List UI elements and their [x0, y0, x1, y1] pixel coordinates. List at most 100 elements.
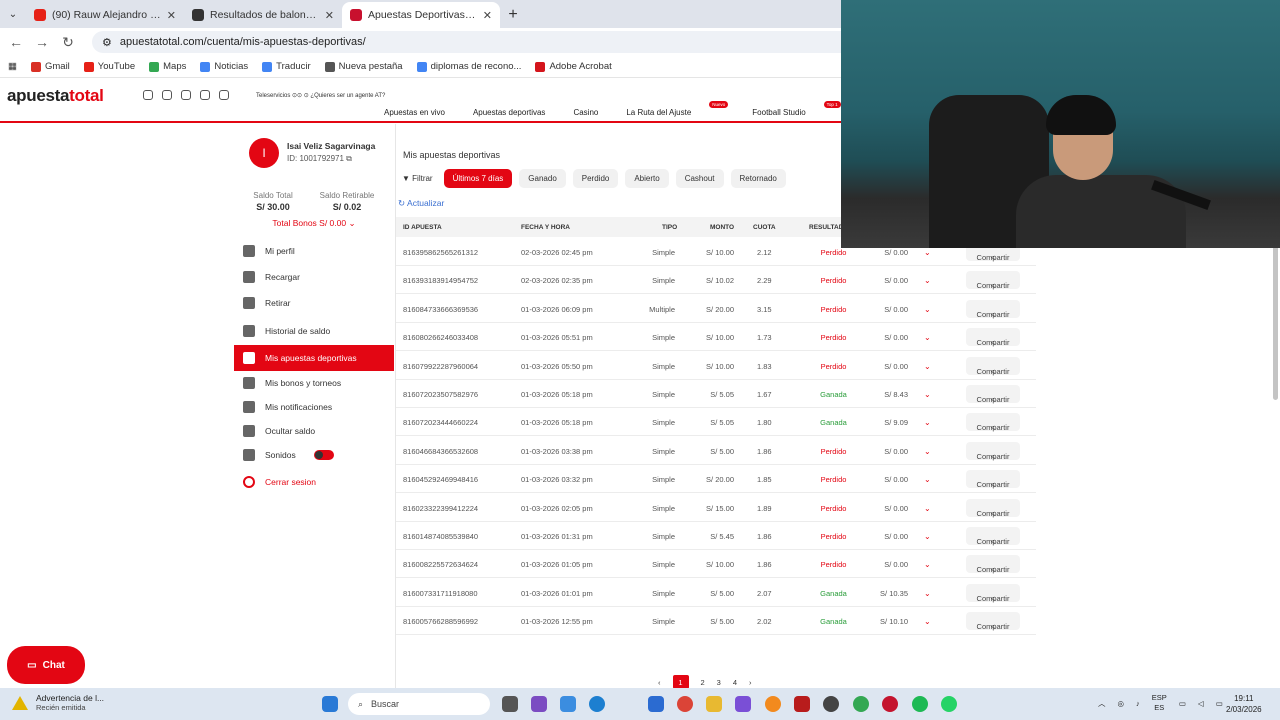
chevron-down-icon[interactable]: ⌄: [924, 589, 931, 598]
chevron-down-icon[interactable]: ⌄: [924, 276, 931, 285]
nav-item[interactable]: Apuestas deportivas: [473, 108, 560, 117]
page-link[interactable]: ‹: [658, 678, 661, 687]
whatsapp-icon[interactable]: [941, 696, 957, 712]
opera-icon[interactable]: [882, 696, 898, 712]
youtube-icon[interactable]: [219, 90, 229, 100]
bookmark-item[interactable]: Noticias: [200, 61, 248, 72]
store-icon[interactable]: [735, 696, 751, 712]
close-tab-icon[interactable]: ✕: [167, 9, 176, 22]
chevron-down-icon[interactable]: ⌄: [924, 617, 931, 626]
nav-item[interactable]: Apuestas en vivo: [384, 108, 459, 117]
new-tab-button[interactable]: +: [500, 2, 526, 28]
chat-button[interactable]: ▭ Chat: [7, 646, 85, 684]
refresh-link[interactable]: ↻ Actualizar: [398, 198, 444, 209]
filter-chip[interactable]: Perdido: [572, 169, 619, 188]
total-bonos-toggle[interactable]: Total Bonos S/ 0.00 ⌄: [234, 218, 394, 229]
share-button[interactable]: < Compartir: [966, 271, 1020, 290]
chevron-down-icon[interactable]: ⌄: [924, 532, 931, 541]
network-icon[interactable]: ▭: [1179, 699, 1186, 708]
chrome-canary-icon[interactable]: [765, 696, 781, 712]
task-view-icon[interactable]: [502, 696, 518, 712]
site-info-icon[interactable]: ⚙: [102, 36, 112, 49]
menu-item[interactable]: Cerrar sesion: [234, 469, 394, 495]
teleservicios-text[interactable]: Teleservicios ⊙⊙ ⊙ ¿Quieres ser un agent…: [256, 92, 385, 99]
chevron-down-icon[interactable]: ⌄: [924, 362, 931, 371]
copy-icon[interactable]: ⧉: [346, 154, 352, 163]
language-indicator[interactable]: ESP ES: [1152, 693, 1167, 713]
reload-icon[interactable]: ↻: [58, 34, 78, 51]
clock[interactable]: 19:11 2/03/2026: [1226, 693, 1262, 715]
filter-chip[interactable]: Ganado: [519, 169, 566, 188]
apps-icon[interactable]: ▦: [8, 61, 17, 72]
sync-icon[interactable]: ◎: [1118, 699, 1125, 708]
close-tab-icon[interactable]: ✕: [325, 9, 334, 22]
chevron-down-icon[interactable]: ⌄: [924, 248, 931, 257]
nav-item[interactable]: La Ruta del Ajuste Nuevo: [626, 101, 738, 117]
filter-button[interactable]: ▼ Filtrar: [396, 169, 437, 188]
nav-item[interactable]: Football Studio Top 1: [752, 101, 850, 117]
menu-item[interactable]: Historial de saldo: [234, 318, 394, 344]
browser-tab[interactable]: (90) Rauw Alejandro - Algo ✕: [26, 2, 184, 28]
share-button[interactable]: < Compartir: [966, 583, 1020, 603]
browser-tab[interactable]: Resultados de baloncesto en v ✕: [184, 2, 342, 28]
outlook-icon[interactable]: [648, 696, 664, 712]
menu-item[interactable]: Mis bonos y torneos: [234, 370, 394, 396]
spotify-icon[interactable]: [912, 696, 928, 712]
chevron-down-icon[interactable]: ⌄: [924, 305, 931, 314]
share-button[interactable]: < Compartir: [966, 356, 1020, 376]
share-button[interactable]: < Compartir: [966, 470, 1020, 489]
bookmark-item[interactable]: YouTube: [83, 61, 135, 72]
page-link[interactable]: 3: [717, 678, 721, 687]
close-tab-icon[interactable]: ✕: [483, 9, 492, 22]
menu-item[interactable]: Ocultar saldo: [234, 418, 394, 444]
back-icon[interactable]: ←: [6, 34, 26, 50]
page-link[interactable]: 4: [733, 678, 737, 687]
url-field[interactable]: ⚙ apuestatotal.com/cuenta/mis-apuestas-d…: [92, 31, 852, 53]
instagram-icon[interactable]: [143, 90, 153, 100]
chevron-down-icon[interactable]: ⌄: [924, 475, 931, 484]
menu-item[interactable]: Mis notificaciones: [234, 394, 394, 420]
file-explorer-icon[interactable]: [706, 696, 722, 712]
chrome-profile-icon[interactable]: [853, 696, 869, 712]
browser-tab[interactable]: Apuestas Deportivas | Apuesta ✕: [342, 2, 500, 28]
notification-widget[interactable]: Advertencia de l... Recién emitida: [12, 693, 104, 712]
start-icon[interactable]: [322, 696, 338, 712]
bookmark-item[interactable]: diplomas de recono...: [416, 61, 521, 72]
chrome-icon[interactable]: [677, 696, 693, 712]
menu-item[interactable]: Retirar: [234, 290, 394, 316]
battery-icon[interactable]: ▭: [1216, 699, 1223, 708]
bookmark-item[interactable]: Gmail: [30, 61, 70, 72]
share-button[interactable]: < Compartir: [966, 413, 1020, 432]
tab-search-icon[interactable]: ⌄: [0, 0, 26, 28]
facebook-icon[interactable]: [162, 90, 172, 100]
chevron-down-icon[interactable]: ⌄: [924, 390, 931, 399]
share-button[interactable]: < Compartir: [966, 385, 1020, 404]
filter-chip[interactable]: Abierto: [625, 169, 669, 188]
edge-icon[interactable]: [589, 696, 605, 712]
shield-app-icon[interactable]: [794, 696, 810, 712]
nav-item[interactable]: Casino: [573, 108, 612, 117]
menu-item[interactable]: Sonidos: [234, 442, 394, 468]
share-button[interactable]: < Compartir: [966, 498, 1020, 518]
share-button[interactable]: < Compartir: [966, 612, 1020, 631]
page-link[interactable]: ›: [749, 678, 752, 687]
share-button[interactable]: < Compartir: [966, 555, 1020, 574]
volume-icon[interactable]: ◁: [1198, 699, 1204, 708]
chevron-down-icon[interactable]: ⌄: [924, 504, 931, 513]
bookmark-item[interactable]: Traducir: [262, 61, 311, 72]
share-button[interactable]: < Compartir: [966, 328, 1020, 347]
sound-toggle[interactable]: [313, 450, 334, 460]
x-icon[interactable]: [200, 90, 210, 100]
page-link[interactable]: 1: [672, 675, 689, 689]
teams-icon[interactable]: [531, 696, 547, 712]
steam-icon[interactable]: [823, 696, 839, 712]
tiktok-icon[interactable]: [181, 90, 191, 100]
chevron-down-icon[interactable]: ⌄: [924, 447, 931, 456]
filter-chip[interactable]: Últimos 7 días: [443, 169, 513, 188]
share-button[interactable]: < Compartir: [966, 441, 1020, 461]
chevron-down-icon[interactable]: ⌄: [924, 560, 931, 569]
share-button[interactable]: < Compartir: [966, 527, 1020, 546]
copilot-icon[interactable]: [560, 696, 576, 712]
bookmark-item[interactable]: Adobe Acrobat: [535, 61, 612, 72]
site-logo[interactable]: apuestatotal: [7, 86, 104, 106]
